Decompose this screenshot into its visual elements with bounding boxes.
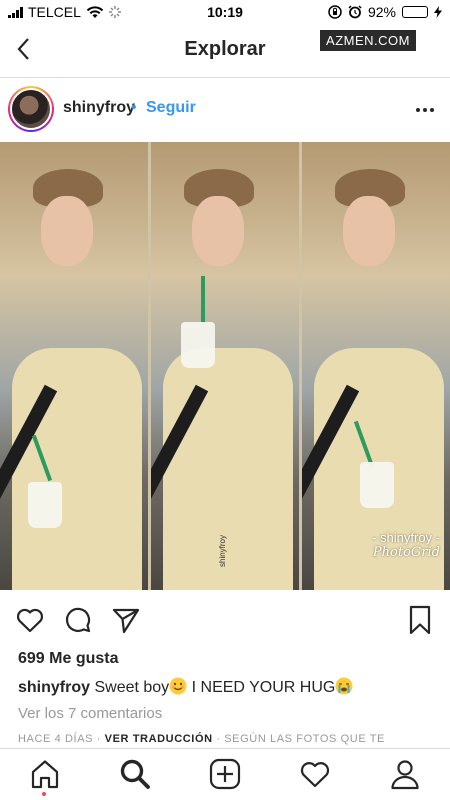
caption-username[interactable]: shinyfroy [18, 679, 90, 696]
battery-percent: 92% [367, 4, 396, 20]
photo-panel [302, 142, 450, 590]
photo-face [192, 195, 245, 266]
photo-cup [360, 462, 394, 508]
view-comments-link[interactable]: Ver los 7 comentarios [18, 705, 162, 722]
post-timestamp: HACE 4 DÍAS [18, 733, 94, 745]
charging-bolt-icon [434, 6, 442, 18]
photo-credit-user: - shinyfroy - [372, 530, 440, 545]
profile-icon[interactable] [388, 757, 422, 791]
follow-button[interactable]: Seguir [146, 99, 196, 117]
follow-separator: • [131, 99, 137, 116]
meta-separator: · [212, 733, 225, 745]
home-icon[interactable] [28, 757, 62, 791]
photo-face [41, 195, 94, 266]
photo-panel [151, 142, 299, 590]
nav-header: Explorar AZMEN.COM [0, 24, 450, 78]
post-photo[interactable]: - shinyfroy - PhotoGrid shinyfroy [0, 142, 450, 590]
status-bar: TELCEL 10:19 92% [0, 0, 450, 24]
alarm-icon [348, 5, 362, 19]
notification-dot [42, 792, 46, 796]
share-icon[interactable] [110, 604, 142, 636]
meta-separator: · [93, 733, 105, 745]
status-right: 92% [328, 4, 442, 20]
heart-icon[interactable] [14, 604, 46, 636]
photo-face [343, 195, 396, 266]
avatar[interactable] [10, 88, 52, 130]
avatar-story-ring[interactable] [8, 86, 54, 132]
photo-cup [28, 482, 62, 528]
post-header: shinyfroy • Seguir [0, 78, 450, 142]
rotation-lock-icon [328, 5, 342, 19]
translate-link[interactable]: VER TRADUCCIÓN [105, 733, 213, 745]
more-options-icon[interactable] [414, 100, 436, 120]
photo-vertical-tag: shinyfroy [218, 534, 227, 567]
photo-credit-app: PhotoGrid [372, 545, 440, 560]
bookmark-icon[interactable] [404, 604, 436, 636]
photo-credit: - shinyfroy - PhotoGrid [372, 530, 440, 560]
photo-shirt [11, 348, 143, 590]
photo-cup [181, 322, 215, 368]
post-meta: HACE 4 DÍAS · VER TRADUCCIÓN · SEGÚN LAS… [18, 733, 385, 745]
post-username[interactable]: shinyfroy [63, 99, 135, 117]
post-actions [0, 600, 450, 640]
photos-note: SEGÚN LAS FOTOS QUE TE [224, 733, 385, 745]
search-icon[interactable] [118, 757, 152, 791]
photo-panel [0, 142, 148, 590]
activity-heart-icon[interactable] [298, 757, 332, 791]
photo-straw [201, 276, 205, 324]
like-count[interactable]: 699 Me gusta [18, 650, 118, 668]
caption-text: Sweet boy [94, 679, 170, 696]
tab-bar [0, 748, 450, 800]
post-caption: shinyfroy Sweet boy I NEED YOUR HUG [18, 677, 353, 697]
comment-icon[interactable] [62, 604, 94, 636]
add-post-icon[interactable] [208, 757, 242, 791]
smiling-emoji-icon [169, 677, 187, 695]
site-watermark: AZMEN.COM [320, 30, 416, 51]
caption-text-2: I NEED YOUR HUG [187, 679, 336, 696]
battery-icon [402, 6, 428, 18]
photo-shirt [162, 348, 294, 590]
crying-emoji-icon [335, 677, 353, 695]
